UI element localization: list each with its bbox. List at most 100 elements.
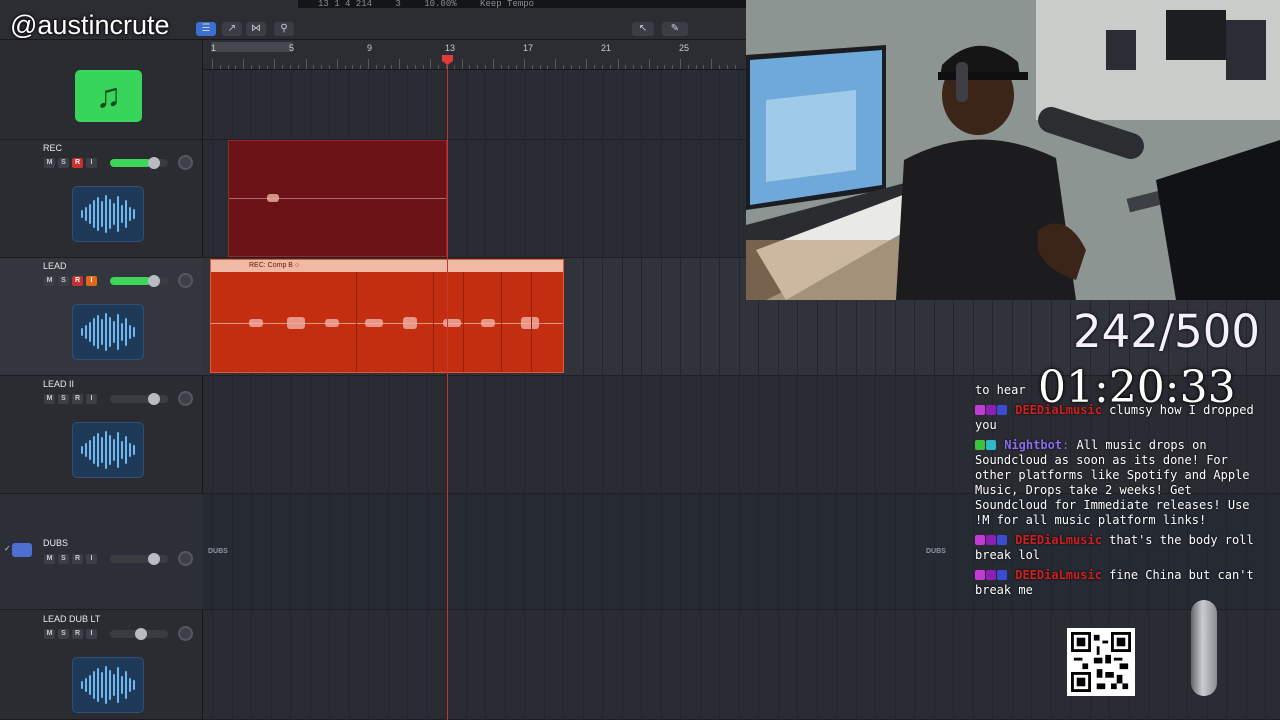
- mute-button[interactable]: M: [44, 554, 55, 564]
- waveform-bar: [93, 671, 95, 699]
- waveform-bar: [113, 321, 115, 343]
- cycle-region[interactable]: [211, 42, 293, 52]
- volume-slider[interactable]: [110, 275, 168, 287]
- volume-knob[interactable]: [148, 157, 160, 169]
- ruler-tick: [344, 65, 346, 69]
- track-header-rec[interactable]: REC M S R I: [0, 140, 203, 258]
- volume-knob[interactable]: [135, 628, 147, 640]
- ruler-tick: [664, 65, 666, 69]
- mute-button[interactable]: M: [44, 394, 55, 404]
- mute-button[interactable]: M: [44, 629, 55, 639]
- input-monitor-button[interactable]: I: [86, 554, 97, 564]
- automation-icon[interactable]: ↗: [222, 22, 242, 36]
- audio-region-lead[interactable]: REC: Comp B ○: [210, 259, 564, 373]
- track-name: LEAD DUB LT: [43, 614, 101, 624]
- comp-split-line: [463, 272, 464, 372]
- waveform-bar: [101, 201, 103, 227]
- ruler-tick: [609, 65, 611, 69]
- volume-knob[interactable]: [148, 275, 160, 287]
- music-note-icon: ♫: [75, 70, 142, 122]
- grid-line: [660, 70, 662, 720]
- ruler-tick: [492, 59, 494, 69]
- waveform-glyph: [81, 665, 135, 705]
- pan-knob[interactable]: [178, 155, 193, 170]
- waveform-bar: [125, 318, 127, 346]
- ruler-tick: [656, 65, 658, 69]
- waveform-bar: [121, 441, 123, 459]
- list-view-icon[interactable]: ☰: [196, 22, 216, 36]
- timeline-ruler[interactable]: 1 5 9 13 17 21 25: [203, 40, 746, 70]
- volume-slider[interactable]: [110, 628, 168, 640]
- record-enable-button[interactable]: R: [72, 276, 83, 286]
- chat-overlay: to hear DEEDiaLmusic clumsy how I droppe…: [975, 383, 1265, 603]
- region-header[interactable]: REC: Comp B ○: [211, 260, 563, 272]
- track-header-lead-ii[interactable]: LEAD II M S R I: [0, 376, 203, 494]
- lcd-display[interactable]: 13 1 4 214 3 10.00% Keep Tempo: [298, 0, 746, 8]
- pan-knob[interactable]: [178, 551, 193, 566]
- solo-button[interactable]: S: [58, 276, 69, 286]
- ruler-tick: [266, 65, 268, 69]
- pan-knob[interactable]: [178, 626, 193, 641]
- input-monitor-button[interactable]: I: [86, 629, 97, 639]
- folder-stack-icon[interactable]: [12, 543, 32, 557]
- disclosure-chevron-icon[interactable]: ✓: [4, 544, 11, 553]
- waveform-bar: [105, 313, 107, 351]
- input-monitor-button[interactable]: I: [86, 276, 97, 286]
- pencil-tool-icon[interactable]: ✎: [662, 22, 688, 36]
- waveform-bar: [117, 314, 119, 350]
- ruler-tick: [617, 59, 619, 69]
- input-monitor-button[interactable]: I: [86, 158, 97, 168]
- record-enable-button[interactable]: R: [72, 394, 83, 404]
- track-header-lead[interactable]: LEAD M S R I: [0, 258, 203, 376]
- grid-line: [719, 70, 720, 720]
- volume-slider[interactable]: [110, 157, 168, 169]
- ruler-tick: [555, 59, 557, 69]
- flex-icon[interactable]: ⋈: [246, 22, 266, 36]
- waveform-bar: [81, 681, 83, 689]
- pan-knob[interactable]: [178, 391, 193, 406]
- chat-message: Nightbot: All music drops on Soundcloud …: [975, 438, 1250, 527]
- ruler-tick: [687, 65, 689, 69]
- solo-button[interactable]: S: [58, 158, 69, 168]
- audio-region-rec[interactable]: [228, 140, 447, 257]
- record-enable-button[interactable]: R: [72, 629, 83, 639]
- subscriber-badge-icon: [975, 405, 985, 415]
- chat-username: DEEDiaLmusic: [1015, 533, 1102, 547]
- grid-line: [543, 70, 545, 720]
- input-monitor-button[interactable]: I: [86, 394, 97, 404]
- pointer-tool-icon[interactable]: ↖: [632, 22, 654, 36]
- waveform-bar: [101, 437, 103, 463]
- tier-badge-icon: [986, 405, 996, 415]
- ruler-tick: [500, 65, 502, 69]
- volume-slider[interactable]: [110, 553, 168, 565]
- chat-message: DEEDiaLmusic fine China but can't break …: [975, 568, 1265, 598]
- ruler-tick: [539, 65, 541, 69]
- solo-button[interactable]: S: [58, 394, 69, 404]
- pan-knob[interactable]: [178, 273, 193, 288]
- playhead[interactable]: [447, 58, 448, 720]
- subscriber-badge-icon: [975, 535, 985, 545]
- mute-button[interactable]: M: [44, 158, 55, 168]
- track-header-dubs[interactable]: ✓ DUBS M S R I: [0, 494, 203, 610]
- bar-number: 9: [367, 43, 373, 53]
- ruler-tick: [680, 59, 681, 69]
- volume-knob[interactable]: [148, 553, 160, 565]
- mute-button[interactable]: M: [44, 276, 55, 286]
- waveform-bar: [109, 199, 111, 229]
- snap-icon[interactable]: ⚲: [274, 22, 294, 36]
- solo-button[interactable]: S: [58, 629, 69, 639]
- waveform-bar: [133, 327, 135, 337]
- ruler-tick: [243, 59, 245, 69]
- volume-knob[interactable]: [148, 393, 160, 405]
- audio-waveform-icon: [72, 422, 144, 478]
- record-enable-button[interactable]: R: [72, 554, 83, 564]
- solo-button[interactable]: S: [58, 554, 69, 564]
- ruler-tick: [453, 65, 455, 69]
- record-enable-button[interactable]: R: [72, 158, 83, 168]
- track-header-instrument[interactable]: ♫: [0, 40, 203, 140]
- volume-slider[interactable]: [110, 393, 168, 405]
- track-header-lead-dub-lt[interactable]: LEAD DUB LT M S R I: [0, 610, 203, 720]
- ruler-tick: [305, 59, 307, 69]
- comp-split-line: [531, 272, 532, 372]
- ruler-tick: [274, 59, 276, 69]
